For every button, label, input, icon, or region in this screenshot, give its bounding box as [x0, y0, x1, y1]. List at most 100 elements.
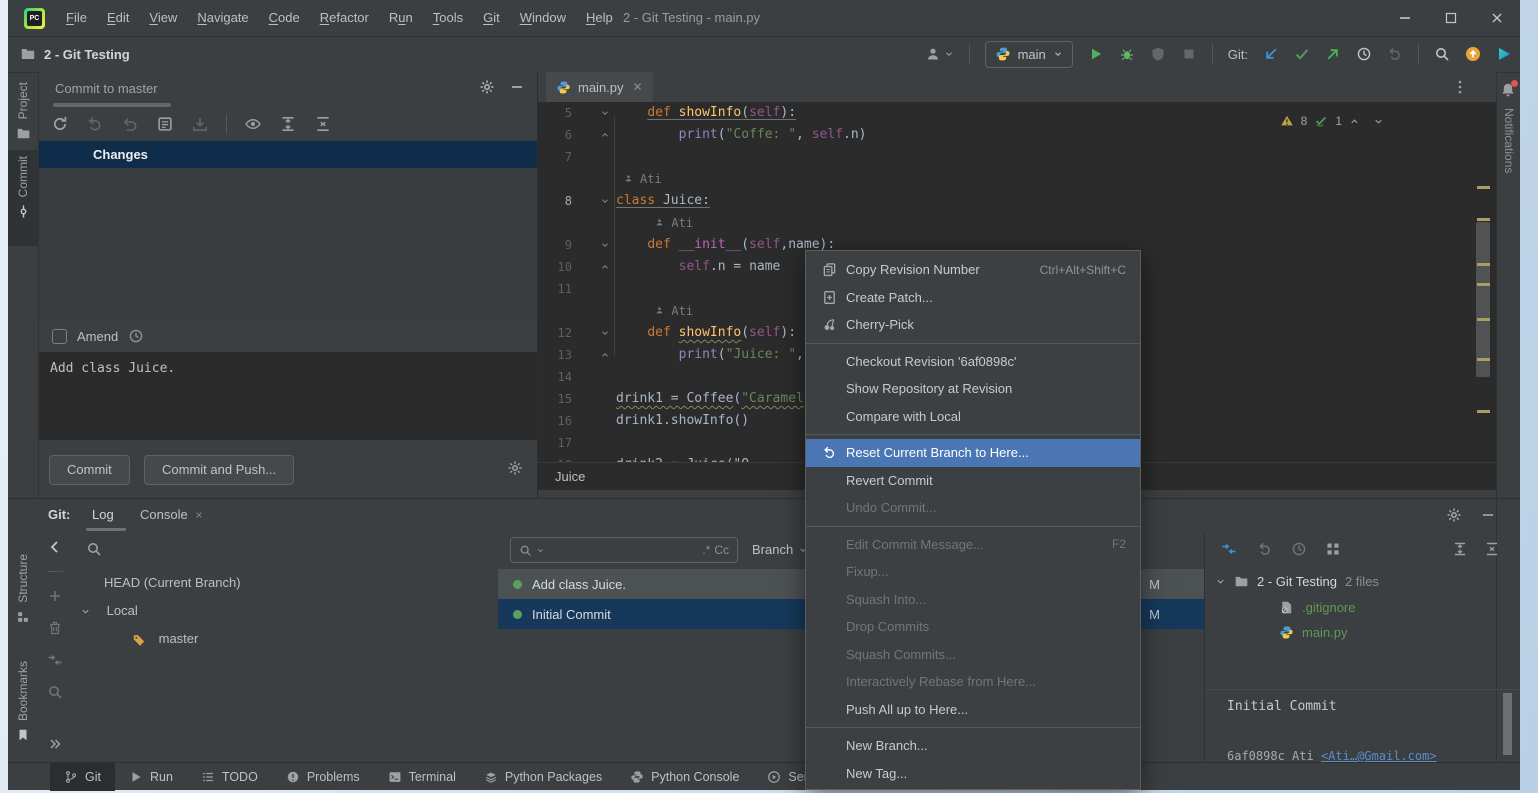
commit-button[interactable]: Commit [49, 455, 130, 485]
fold-marker[interactable] [572, 344, 616, 366]
error-stripe[interactable] [1472, 102, 1496, 462]
update-project-button[interactable] [1263, 46, 1279, 62]
file-row-gitignore[interactable]: .gitignore [1279, 595, 1355, 620]
hide-panel-icon[interactable] [509, 79, 525, 95]
run-button[interactable] [1088, 46, 1104, 62]
menu-item-new-branch[interactable]: New Branch... [806, 732, 1140, 760]
menu-item-compare-with-local[interactable]: Compare with Local [806, 403, 1140, 431]
menu-tools[interactable]: Tools [423, 0, 473, 36]
search-icon[interactable] [86, 541, 102, 557]
delete-icon[interactable] [47, 620, 63, 636]
collapse-all-icon[interactable] [1484, 541, 1500, 557]
refresh-icon[interactable] [51, 115, 69, 133]
changed-files-root[interactable]: 2 - Git Testing 2 files [1215, 569, 1379, 594]
commit-and-push-button[interactable]: Commit and Push... [144, 455, 294, 485]
branch-row-head[interactable]: HEAD (Current Branch) [72, 569, 498, 597]
debug-button[interactable] [1119, 46, 1135, 62]
menu-refactor[interactable]: Refactor [310, 0, 379, 36]
code-line-7[interactable]: 7 [538, 146, 1472, 168]
regex-toggle[interactable]: .* [702, 543, 710, 557]
scrollbar[interactable] [53, 103, 171, 107]
sidebar-tab-commit[interactable]: Commit [8, 150, 38, 246]
menu-view[interactable]: View [139, 0, 187, 36]
prev-problem-icon[interactable] [1349, 116, 1360, 127]
group-by-icon[interactable] [1325, 541, 1341, 557]
shelve-icon[interactable] [191, 115, 209, 133]
fold-marker[interactable] [572, 102, 616, 124]
menu-item-checkout-revision-6af0898c[interactable]: Checkout Revision '6af0898c' [806, 348, 1140, 376]
history-icon[interactable] [1291, 541, 1307, 557]
expand-all-icon[interactable] [279, 115, 297, 133]
notifications-bell-icon[interactable] [1500, 82, 1516, 98]
rollback-icon[interactable] [121, 115, 139, 133]
notifications-tab-label[interactable]: Notifications [1502, 108, 1516, 173]
toolwindow-python-console[interactable]: Python Console [616, 763, 753, 791]
commit-history-icon[interactable] [128, 328, 144, 344]
inspections-widget[interactable]: 8 1 [1280, 114, 1384, 128]
minimize-button[interactable] [1382, 0, 1428, 36]
gear-icon[interactable] [1446, 507, 1462, 523]
collapse-icon[interactable] [47, 539, 63, 555]
menu-item-revert-commit[interactable]: Revert Commit [806, 467, 1140, 495]
history-button[interactable] [1356, 46, 1372, 62]
menu-item-copy-revision-number[interactable]: Copy Revision NumberCtrl+Alt+Shift+C [806, 256, 1140, 284]
match-case-toggle[interactable]: Cc [714, 543, 729, 557]
branch-filter-dropdown[interactable]: Branch [752, 542, 808, 557]
add-icon[interactable] [47, 588, 63, 604]
menu-file[interactable]: File [56, 0, 97, 36]
search-icon[interactable] [47, 684, 63, 700]
expand-all-icon[interactable] [1452, 541, 1468, 557]
code-line-8[interactable]: 8class Juice: [538, 190, 1472, 212]
code-inlay-row[interactable]: Ati [538, 168, 1472, 190]
close-button[interactable] [1474, 0, 1520, 36]
project-widget[interactable]: 2 - Git Testing [20, 36, 130, 72]
menu-window[interactable]: Window [510, 0, 576, 36]
menu-edit[interactable]: Edit [97, 0, 139, 36]
search-everywhere-button[interactable] [1434, 46, 1450, 62]
more-icon[interactable] [47, 736, 63, 752]
fold-marker[interactable] [572, 234, 616, 256]
branch-row-master[interactable]: master [72, 625, 498, 653]
menu-run[interactable]: Run [379, 0, 423, 36]
collapse-all-icon[interactable] [314, 115, 332, 133]
menu-item-show-repository-at-revision[interactable]: Show Repository at Revision [806, 375, 1140, 403]
menu-item-push-all-up-to-here[interactable]: Push All up to Here... [806, 696, 1140, 724]
toolwindow-git[interactable]: Git [50, 763, 115, 791]
chevron-down-icon[interactable] [80, 606, 91, 617]
fold-marker[interactable] [572, 190, 616, 212]
changelist-icon[interactable] [156, 115, 174, 133]
scrollbar-thumb[interactable] [1503, 693, 1512, 755]
close-icon[interactable] [194, 510, 204, 520]
menu-code[interactable]: Code [259, 0, 310, 36]
preview-diff-icon[interactable] [244, 115, 262, 133]
undo-icon[interactable] [86, 115, 104, 133]
chevron-down-icon[interactable] [1215, 576, 1226, 587]
compare-icon[interactable] [47, 652, 63, 668]
menu-navigate[interactable]: Navigate [187, 0, 258, 36]
file-row-main-py[interactable]: main.py [1279, 620, 1348, 645]
tab-log[interactable]: Log [92, 507, 114, 522]
amend-checkbox[interactable] [52, 329, 67, 344]
changes-tree-area[interactable] [39, 168, 537, 320]
menu-item-cherry-pick[interactable]: Cherry-Pick [806, 311, 1140, 339]
user-menu[interactable] [925, 46, 954, 62]
next-problem-icon[interactable] [1373, 116, 1384, 127]
fold-marker[interactable] [572, 322, 616, 344]
gear-icon[interactable] [507, 460, 523, 476]
tab-main-py[interactable]: main.py ✕ [546, 72, 653, 102]
toolwindow-run[interactable]: Run [115, 763, 187, 791]
hide-panel-icon[interactable] [1480, 507, 1496, 523]
sidebar-tab-project[interactable]: Project [8, 76, 38, 148]
branch-row-local[interactable]: Local [72, 597, 498, 625]
run-with-coverage-button[interactable] [1150, 46, 1166, 62]
commit-button-toolbar[interactable] [1294, 46, 1310, 62]
run-configuration-select[interactable]: main [985, 41, 1073, 68]
push-button[interactable] [1325, 46, 1341, 62]
menu-item-create-patch[interactable]: Create Patch... [806, 284, 1140, 312]
menu-git[interactable]: Git [473, 0, 510, 36]
menu-help[interactable]: Help [576, 0, 623, 36]
stop-button[interactable] [1181, 46, 1197, 62]
commit-author-email[interactable]: <Ati…@Gmail.com> [1321, 749, 1437, 763]
commit-message-input[interactable]: Add class Juice. [39, 352, 537, 440]
ide-features-icon[interactable] [1496, 46, 1512, 62]
